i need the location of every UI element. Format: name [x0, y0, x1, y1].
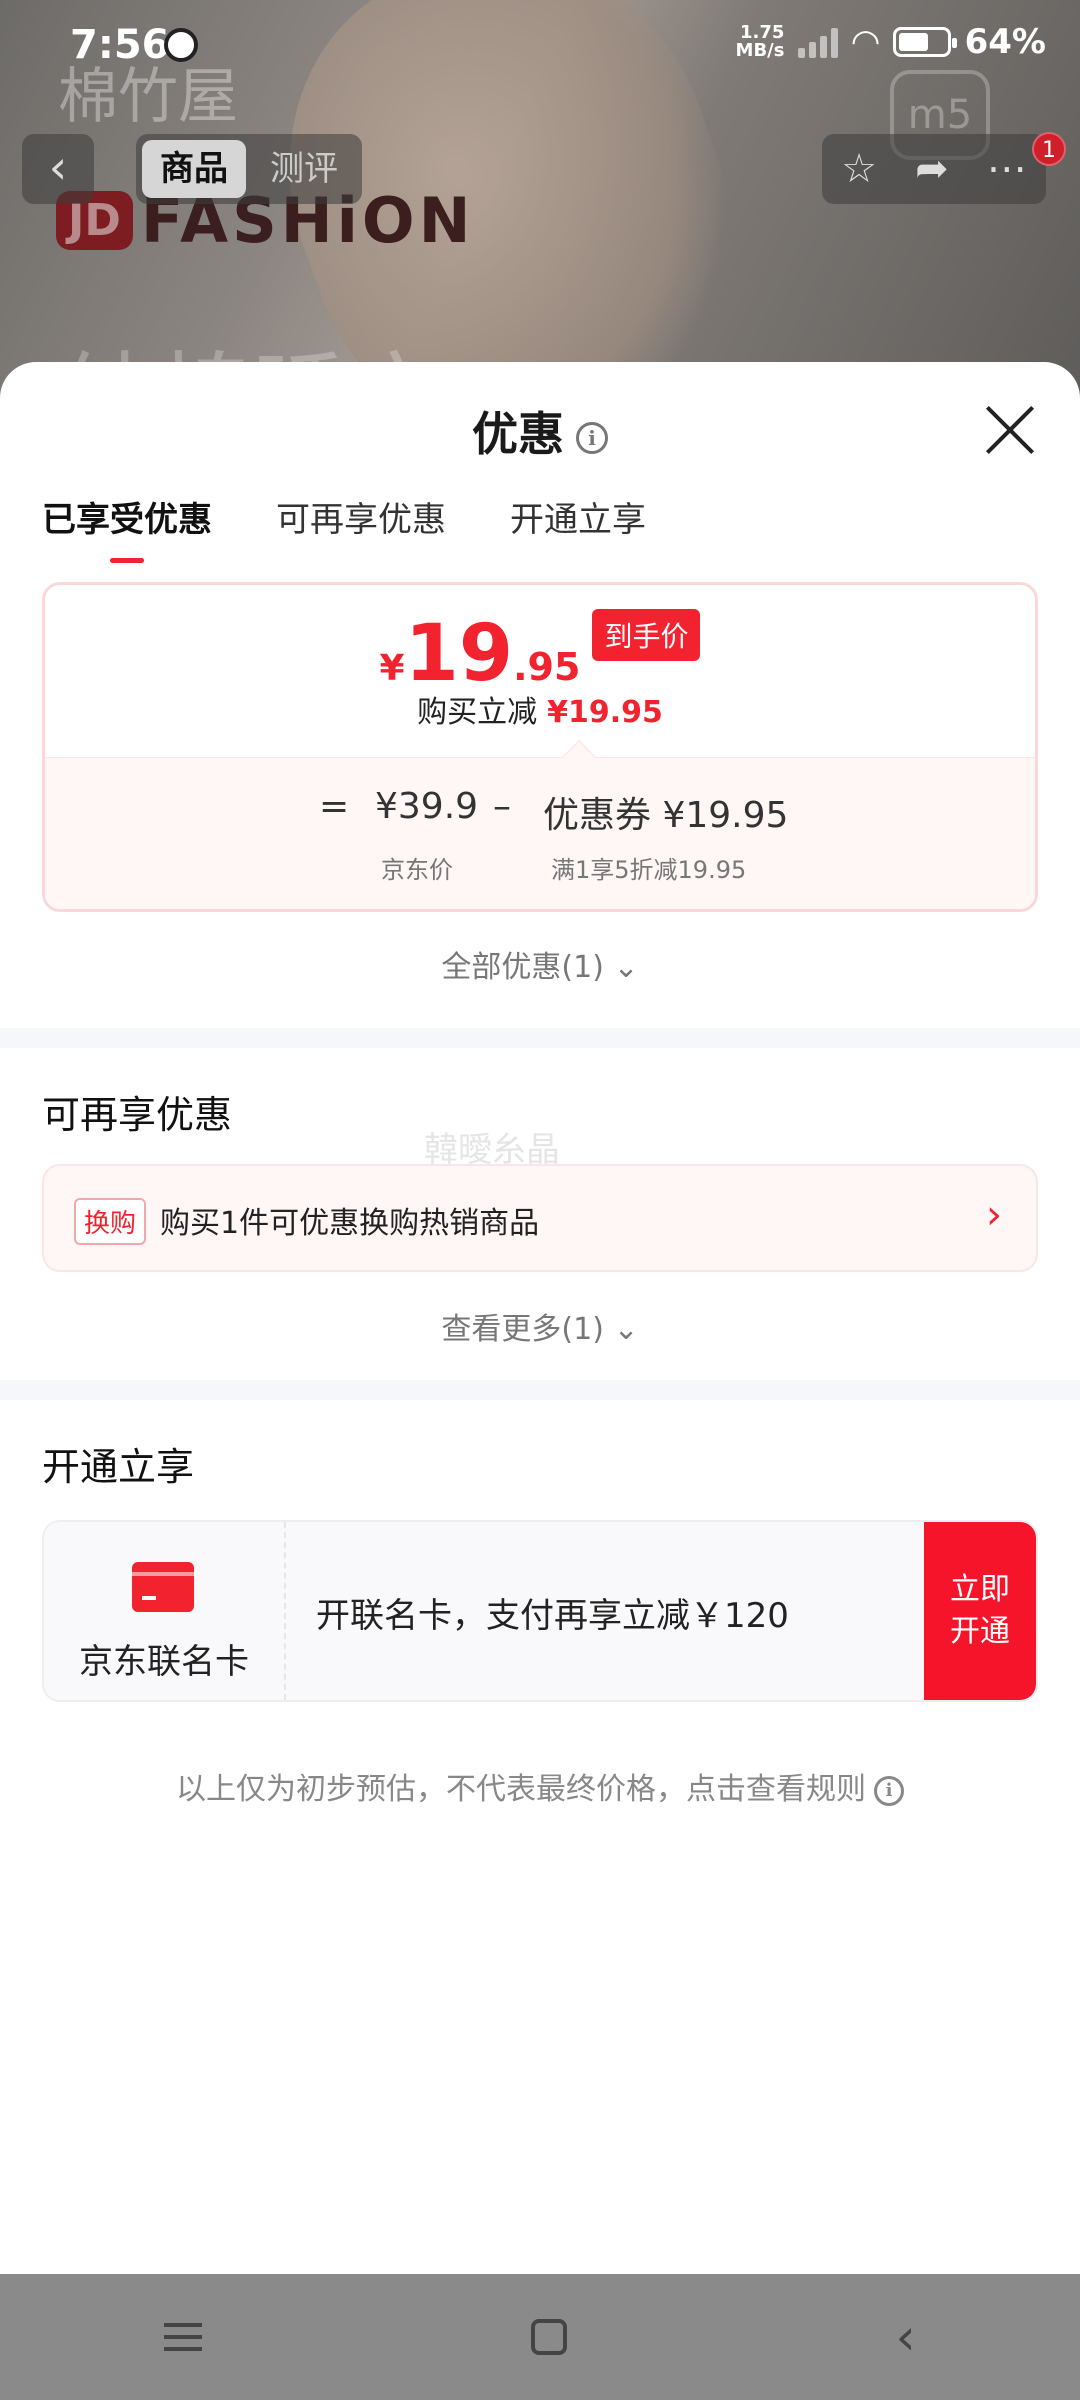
cell-signal-icon — [798, 26, 839, 58]
chevron-left-icon: ‹ — [48, 140, 68, 194]
close-button[interactable] — [982, 402, 1038, 458]
discount-tabs: 已享受优惠 可再享优惠 开通立享 — [42, 492, 646, 563]
all-offers-toggle[interactable]: 全部优惠(1) ⌄ — [0, 942, 1080, 986]
final-price-tag: 到手价 — [592, 609, 701, 661]
chevron-down-icon: ⌄ — [613, 950, 639, 985]
equals-sign: = — [319, 786, 350, 827]
discount-summary: 购买立减 ¥19.95 — [417, 695, 663, 730]
info-icon[interactable]: i — [576, 421, 608, 454]
jd-price-label: 京东价 — [381, 856, 453, 884]
coupon-amount: 优惠券 ¥19.95 — [543, 795, 789, 836]
home-icon[interactable] — [530, 2319, 567, 2355]
chevron-right-icon: › — [986, 1192, 1002, 1238]
section-divider — [0, 1028, 1080, 1048]
more-icon[interactable]: ⋯ — [987, 146, 1027, 192]
info-icon: i — [874, 1775, 904, 1806]
battery-percent: 64% — [964, 22, 1046, 62]
credit-card-icon — [132, 1562, 194, 1612]
tab-open-enjoy[interactable]: 开通立享 — [510, 492, 646, 563]
swap-tag: 换购 — [74, 1198, 147, 1245]
status-icons: 1.75 MB/s ◠ 64% — [736, 22, 1046, 62]
disclaimer[interactable]: 以上仅为初步预估，不代表最终价格，点击查看规则 i — [0, 1764, 1080, 1808]
tab-review[interactable]: 测评 — [252, 140, 356, 198]
swap-text: 购买1件可优惠换购热销商品 — [160, 1206, 540, 1241]
tab-more-discounts[interactable]: 可再享优惠 — [276, 492, 446, 563]
final-price: ¥19.95到手价 — [45, 609, 1035, 699]
back-button[interactable]: ‹ — [22, 134, 94, 204]
status-bar: 7:56 1.75 MB/s ◠ 64% — [0, 0, 1080, 90]
chevron-down-icon: ⌄ — [613, 1312, 639, 1347]
coupon-condition: 满1享5折减19.95 — [551, 856, 747, 884]
sheet-title: 优惠 i — [0, 398, 1080, 464]
co-brand-card-offer: 京东联名卡 开联名卡，支付再享立减￥120 立即 开通 — [42, 1520, 1038, 1702]
open-enjoy-title: 开通立享 — [42, 1445, 195, 1489]
wifi-icon: ◠ — [852, 22, 879, 62]
section-divider — [0, 1380, 1080, 1400]
back-icon[interactable]: ‹ — [896, 2308, 916, 2366]
system-nav-bar: ‹ — [0, 2274, 1080, 2400]
status-time: 7:56 — [70, 22, 170, 68]
menu-icon[interactable] — [164, 2323, 203, 2351]
share-icon[interactable]: ➦ — [915, 146, 949, 192]
view-more-toggle[interactable]: 查看更多(1) ⌄ — [0, 1304, 1080, 1348]
discount-sheet: 优惠 i 已享受优惠 可再享优惠 开通立享 ¥19.95到手价 购买立减 ¥19.9… — [0, 362, 1080, 2274]
tab-product[interactable]: 商品 — [142, 140, 246, 198]
star-icon[interactable]: ☆ — [841, 146, 877, 192]
tab-enjoyed-discounts[interactable]: 已享受优惠 — [42, 492, 212, 563]
battery-icon — [892, 27, 957, 57]
top-actions: ☆ ➦ ⋯ — [822, 134, 1046, 204]
final-price-area: ¥19.95到手价 购买立减 ¥19.95 — [45, 585, 1035, 757]
jd-price: ¥39.9 — [375, 786, 479, 827]
message-badge: 1 — [1032, 132, 1066, 166]
open-card-button[interactable]: 立即 开通 — [924, 1522, 1036, 1700]
card-info: 京东联名卡 — [44, 1522, 286, 1700]
swap-offer-row[interactable]: 换购 购买1件可优惠换购热销商品 › — [42, 1164, 1038, 1272]
card-name: 京东联名卡 — [79, 1642, 249, 1682]
product-tabs: 商品 测评 — [136, 134, 362, 204]
clock-app-icon — [164, 28, 198, 62]
minus-sign: – — [493, 786, 511, 827]
card-offer-text: 开联名卡，支付再享立减￥120 — [316, 1596, 789, 1636]
more-discounts-title: 可再享优惠 — [42, 1093, 233, 1137]
network-speed: 1.75 MB/s — [735, 22, 785, 61]
price-breakdown: = ¥39.9 – 优惠券 ¥19.95 京东价 满1享5折减19.95 — [45, 757, 1035, 909]
price-card: ¥19.95到手价 购买立减 ¥19.95 = ¥39.9 – 优惠券 ¥19.9… — [42, 582, 1038, 912]
